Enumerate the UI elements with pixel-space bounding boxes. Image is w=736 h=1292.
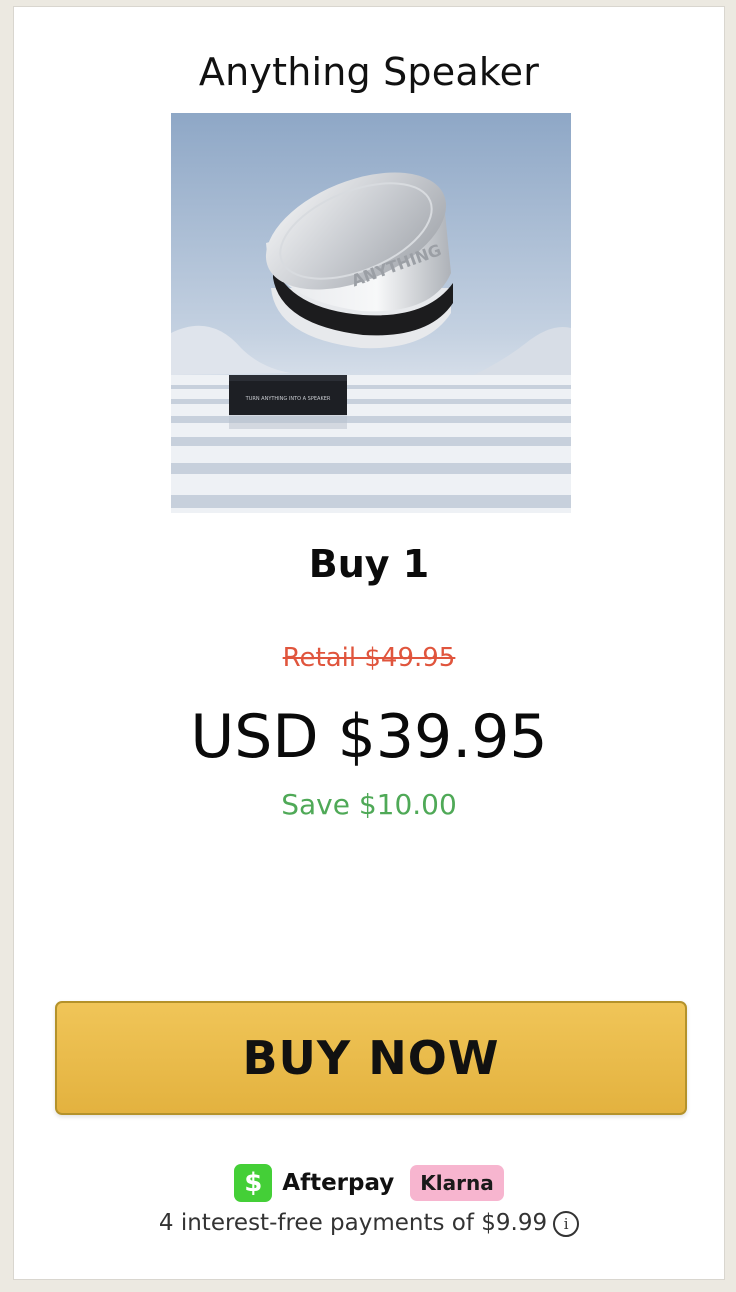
info-icon[interactable]: i [553,1211,580,1237]
sale-price: USD $39.95 [190,702,548,772]
afterpay-label: Afterpay [282,1170,395,1196]
offer-title: Buy 1 [308,542,430,586]
cash-app-icon: $ [234,1164,273,1202]
product-card: Anything Speaker ANYTHING TURN ANYTHING … [13,6,725,1280]
retail-price-text: Retail $49.95 [282,643,456,673]
buy-now-button[interactable]: BUY NOW [55,1001,687,1115]
svg-text:TURN ANYTHING INTO A SPEAKER: TURN ANYTHING INTO A SPEAKER [245,396,331,402]
klarna-badge: Klarna [410,1165,504,1201]
product-title: Anything Speaker [198,50,540,94]
payment-logos: $ Afterpay Klarna [14,1164,724,1202]
installments-info: 4 interest-free payments of $9.99 i [14,1207,724,1239]
product-image: ANYTHING TURN ANYTHING INTO A SPEAKER [171,113,571,513]
retail-price: Retail $49.95 [14,639,724,677]
buy-now-label: BUY NOW [242,1031,500,1085]
installments-text: 4 interest-free payments of $9.99 [158,1210,548,1236]
savings-text: Save $10.00 [281,788,457,821]
